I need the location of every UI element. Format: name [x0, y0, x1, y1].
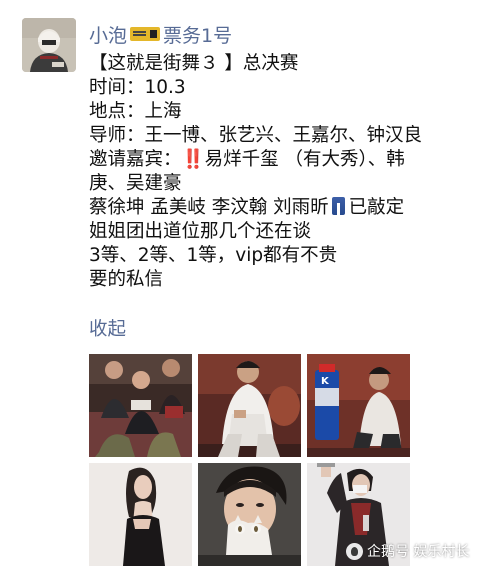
author-name[interactable]: 小泡 票务1号: [89, 20, 232, 48]
post-body: 【这就是街舞３ 】总决赛 时间：10.3 地点：上海 导师：王一博、张艺兴、王嘉…: [89, 52, 494, 292]
post-line-location: 地点：上海: [89, 101, 182, 122]
name-badge-emoji-icon: [130, 27, 161, 41]
post-line-mentors: 导师：王一博、张艺兴、王嘉尔、钟汉良: [89, 125, 423, 146]
photo-thumbnail-5[interactable]: [198, 463, 301, 566]
post-line-time: 时间：10.3: [89, 77, 186, 98]
post-line-dm: 要的私信: [89, 269, 164, 290]
jeans-emoji-icon: [331, 197, 345, 215]
post-line-tiers: 3等、2等、1等，vip都有不贵: [89, 245, 338, 266]
collapse-link[interactable]: 收起: [89, 318, 126, 342]
guests-rest: 易烊千玺 （有大秀）、韩: [204, 149, 405, 170]
post-line-girlgroup: 姐姐团出道位那几个还在谈: [89, 221, 312, 242]
confirmed-suffix: 已敲定: [348, 197, 405, 218]
confirmed-names: 蔡徐坤 孟美岐 李汶翰 刘雨昕: [89, 197, 329, 218]
post-line-confirmed: 蔡徐坤 孟美岐 李汶翰 刘雨昕 已敲定: [89, 196, 494, 220]
post-line-guests: 邀请嘉宾：‼️ 易烊千玺 （有大秀）、韩: [89, 148, 494, 172]
penguin-logo-icon: [346, 542, 363, 560]
double-exclamation-emoji-icon: ‼️: [181, 149, 205, 170]
photo-thumbnail-3[interactable]: K: [307, 354, 410, 457]
guests-prefix: 邀请嘉宾：: [89, 149, 182, 170]
watermark: 企鹅号 娱乐村长: [346, 541, 469, 561]
post-line-guests-cont: 庚、吴建豪: [89, 173, 182, 194]
author-avatar[interactable]: [22, 18, 76, 72]
post-line-title: 【这就是街舞３ 】总决赛: [89, 53, 299, 74]
photo-thumbnail-1[interactable]: [89, 354, 192, 457]
author-name-part2: 票务1号: [163, 24, 233, 47]
author-name-part1: 小泡: [89, 24, 128, 47]
watermark-text: 企鹅号 娱乐村长: [367, 544, 470, 560]
photo-thumbnail-2[interactable]: [198, 354, 301, 457]
svg-text:K: K: [321, 376, 330, 387]
photo-thumbnail-4[interactable]: [89, 463, 192, 566]
